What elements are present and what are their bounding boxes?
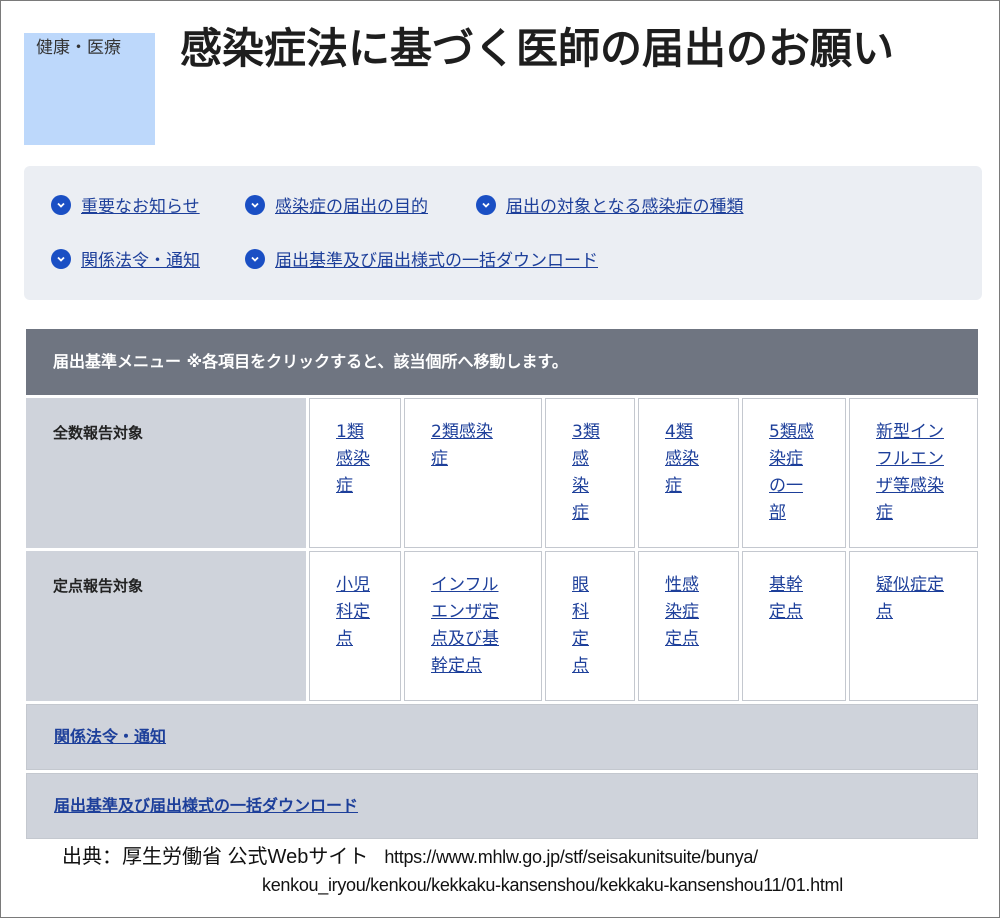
toc-link-label: 届出の対象となる感染症の種類 <box>506 197 744 217</box>
toc-link-label: 重要なお知らせ <box>81 197 200 217</box>
menu-link-pediatric-sentinel[interactable]: 小児 科定点 <box>336 572 400 653</box>
menu-link-class3[interactable]: 3類感染症 <box>572 419 634 527</box>
menu-cell: 基幹 定点 <box>742 551 846 701</box>
chevron-down-circle-icon <box>51 194 71 215</box>
menu-cell: 新型イン フルエン ザ等感染症 <box>849 398 978 548</box>
source-url-line2: kenkou_iryou/kenkou/kekkaku-kansenshou/k… <box>262 875 843 895</box>
menu-cell: 眼科定点 <box>545 551 635 701</box>
menu-link-class1[interactable]: 1類 感染症 <box>336 419 400 500</box>
laws-link[interactable]: 関係法令・通知 <box>54 727 166 746</box>
menu-link-class5-partial[interactable]: 5類感 染症 の一部 <box>769 419 845 527</box>
toc-link-disease-types[interactable]: 届出の対象となる感染症の種類 <box>476 192 744 217</box>
menu-cell: 5類感 染症 の一部 <box>742 398 846 548</box>
source-url-line1: https://www.mhlw.go.jp/stf/seisakunitsui… <box>384 847 758 867</box>
menu-link-influenza-sentinel[interactable]: インフル エンザ定 点及び基 幹定点 <box>431 572 541 680</box>
toc-link-important-notice[interactable]: 重要なお知らせ <box>51 192 200 217</box>
chevron-down-circle-icon <box>245 248 265 269</box>
row-label-all-cases: 全数報告対象 <box>26 398 306 548</box>
menu-cell: 小児 科定点 <box>309 551 401 701</box>
menu-link-pandemic-influenza[interactable]: 新型イン フルエン ザ等感染症 <box>876 419 977 527</box>
chevron-down-circle-icon <box>51 248 71 269</box>
menu-cell: 性感 染症 定点 <box>638 551 739 701</box>
page-title: 感染症法に基づく医師の届出のお願い <box>180 24 895 73</box>
category-badge-label: 健康・医療 <box>36 38 121 58</box>
source-label: 出典：厚生労働省 公式Webサイト <box>62 846 369 868</box>
source-credit: 出典：厚生労働省 公式Webサイト https://www.mhlw.go.jp/… <box>62 840 758 869</box>
category-badge[interactable]: 健康・医療 <box>24 33 155 145</box>
toc-link-label: 届出基準及び届出様式の一括ダウンロード <box>275 251 598 271</box>
menu-link-sti-sentinel[interactable]: 性感 染症 定点 <box>665 572 738 653</box>
menu-cell: インフル エンザ定 点及び基 幹定点 <box>404 551 542 701</box>
toc-link-label: 関係法令・通知 <box>81 251 200 271</box>
menu-cell: 4類 感染症 <box>638 398 739 548</box>
menu-cell: 2類感染症 <box>404 398 542 548</box>
toc-link-label: 感染症の届出の目的 <box>275 197 428 217</box>
menu-link-class4[interactable]: 4類 感染症 <box>665 419 738 500</box>
row-label-sentinel: 定点報告対象 <box>26 551 306 701</box>
bulk-download-link[interactable]: 届出基準及び届出様式の一括ダウンロード <box>54 796 358 815</box>
menu-cell: 1類 感染症 <box>309 398 401 548</box>
menu-cell: 3類感染症 <box>545 398 635 548</box>
menu-link-core-sentinel[interactable]: 基幹 定点 <box>769 572 845 626</box>
toc-link-bulk-download[interactable]: 届出基準及び届出様式の一括ダウンロード <box>245 246 598 271</box>
row-label-text: 全数報告対象 <box>53 424 144 442</box>
row-label-text: 定点報告対象 <box>53 577 144 595</box>
menu-header: 届出基準メニュー ※各項目をクリックすると、該当個所へ移動します。 <box>26 329 978 395</box>
laws-bar: 関係法令・通知 <box>26 704 978 770</box>
toc-link-laws[interactable]: 関係法令・通知 <box>51 246 200 271</box>
download-bar: 届出基準及び届出様式の一括ダウンロード <box>26 773 978 839</box>
table-of-contents: 重要なお知らせ 感染症の届出の目的 届出の対象となる感染症の種類 関係法令・通知… <box>24 166 982 300</box>
chevron-down-circle-icon <box>245 194 265 215</box>
menu-cell: 疑似症定点 <box>849 551 978 701</box>
menu-link-suspected-sentinel[interactable]: 疑似症定点 <box>876 572 977 626</box>
menu-link-ophthalmology-sentinel[interactable]: 眼科定点 <box>572 572 634 680</box>
chevron-down-circle-icon <box>476 194 496 215</box>
menu-link-class2[interactable]: 2類感染症 <box>431 419 541 473</box>
toc-link-purpose[interactable]: 感染症の届出の目的 <box>245 192 428 217</box>
